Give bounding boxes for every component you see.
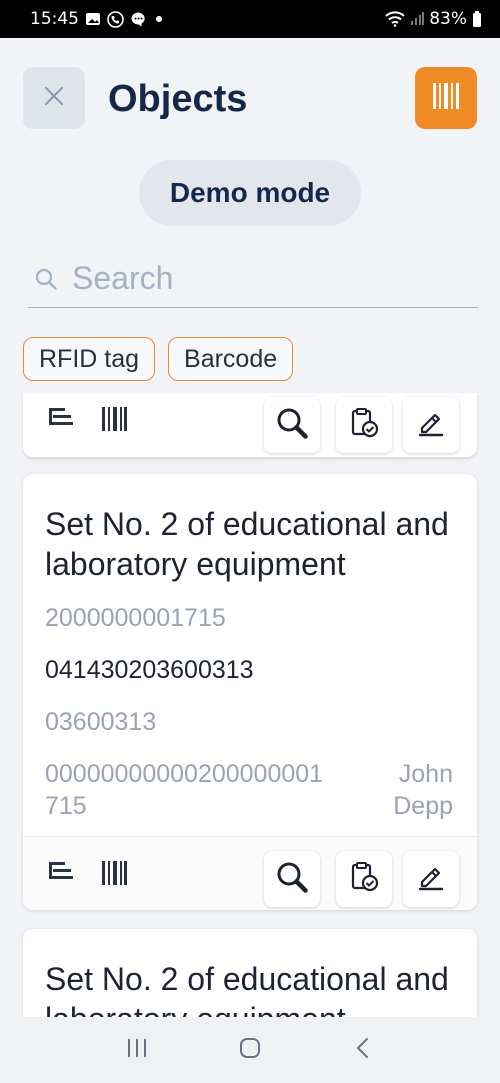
edit-button[interactable] [403, 851, 459, 907]
battery-percent: 83% [429, 9, 467, 29]
object-card[interactable]: Set No. 2 of educational and laboratory … [23, 474, 477, 910]
object-short-code: 03600313 [45, 708, 157, 736]
inventory-check-icon [348, 861, 380, 898]
filter-chip-barcode[interactable]: Barcode [168, 337, 294, 381]
hierarchy-icon[interactable] [47, 859, 75, 885]
edit-icon [416, 408, 446, 443]
wifi-icon [385, 11, 405, 27]
search-icon [34, 267, 58, 291]
inventory-check-button[interactable] [336, 397, 392, 453]
dot-icon [153, 13, 165, 25]
chat-icon [130, 11, 147, 28]
phone-icon [107, 10, 124, 28]
image-icon [85, 11, 101, 27]
inventory-check-button[interactable] [336, 851, 392, 907]
system-nav-bar [0, 1017, 500, 1083]
object-title: Set No. 2 of educational and laboratory … [45, 506, 449, 582]
scan-barcode-button[interactable] [415, 67, 477, 129]
home-button[interactable] [230, 1030, 270, 1070]
search-bar[interactable] [28, 250, 478, 308]
barcode-icon[interactable] [100, 405, 128, 433]
back-icon [353, 1036, 373, 1065]
back-button[interactable] [343, 1030, 383, 1070]
barcode-icon [432, 81, 460, 116]
close-icon [43, 85, 65, 112]
search-input[interactable] [72, 260, 452, 297]
card-toolbar [23, 836, 477, 910]
home-icon [238, 1036, 262, 1065]
object-rfid-tag: 00000000000200000001715 [45, 760, 324, 820]
search-icon [275, 406, 309, 445]
edit-button[interactable] [403, 397, 459, 453]
barcode-icon[interactable] [100, 859, 128, 887]
search-button[interactable] [264, 397, 320, 453]
search-icon [275, 860, 309, 899]
battery-icon [472, 11, 482, 27]
filter-chips: RFID tag Barcode [23, 337, 294, 381]
inventory-check-icon [348, 407, 380, 444]
object-number: 041430203600313 [45, 656, 254, 684]
hierarchy-icon[interactable] [47, 405, 75, 431]
demo-mode-badge: Demo mode [139, 160, 361, 226]
filter-chip-rfid-tag[interactable]: RFID tag [23, 337, 156, 381]
close-button[interactable] [23, 67, 85, 129]
search-button[interactable] [264, 851, 320, 907]
edit-icon [416, 862, 446, 897]
object-code: 2000000001715 [45, 604, 226, 632]
recent-apps-icon [125, 1037, 149, 1064]
card-toolbar [23, 393, 477, 457]
page-title: Objects [108, 78, 248, 120]
object-owner: John Depp [393, 760, 453, 820]
recent-apps-button[interactable] [117, 1030, 157, 1070]
signal-icon [410, 12, 425, 26]
status-bar: 15:45 83% [0, 0, 500, 38]
status-time: 15:45 [30, 9, 79, 29]
